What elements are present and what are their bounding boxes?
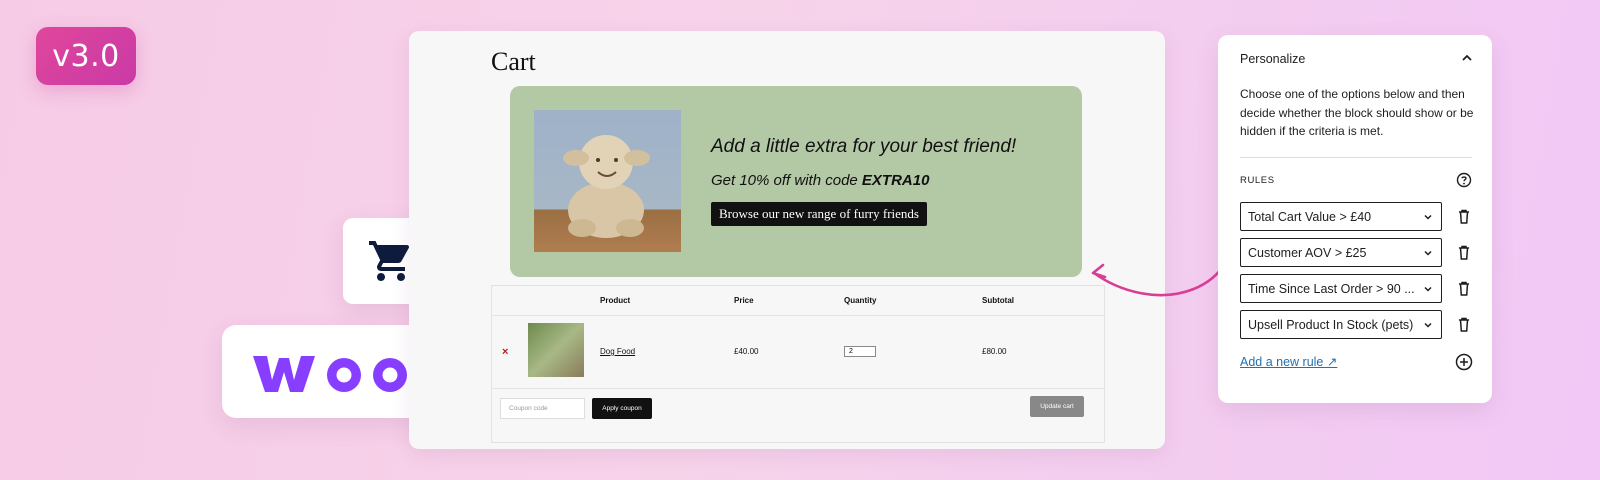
promo-code: EXTRA10 [861, 172, 930, 189]
trash-icon[interactable] [1456, 316, 1472, 333]
product-link[interactable]: Dog Food [600, 347, 635, 356]
teddy-bear-image [534, 110, 681, 252]
column-header-price: Price [734, 296, 754, 305]
coupon-code-input[interactable]: Coupon code [500, 398, 585, 419]
row-divider [492, 315, 1104, 316]
personalize-panel: Personalize Choose one of the options be… [1218, 35, 1492, 403]
quantity-input[interactable]: 2 [844, 346, 876, 357]
divider [1240, 157, 1472, 158]
trash-icon[interactable] [1456, 208, 1472, 225]
rule-select-value: Time Since Last Order > 90 ... [1248, 281, 1415, 296]
column-header-quantity: Quantity [844, 296, 877, 305]
rule-select-value: Upsell Product In Stock (pets) [1248, 317, 1414, 332]
help-icon[interactable] [1456, 172, 1472, 188]
panel-description: Choose one of the options below and then… [1240, 87, 1474, 138]
chevron-down-icon [1424, 322, 1432, 328]
panel-title: Personalize [1240, 52, 1306, 66]
shopping-cart-icon [369, 241, 410, 281]
plus-circle-icon[interactable] [1455, 353, 1473, 371]
rule-select-2[interactable]: Customer AOV > £25 [1240, 238, 1442, 267]
column-header-subtotal: Subtotal [982, 296, 1014, 305]
add-rule-link[interactable]: Add a new rule ↗ [1240, 354, 1337, 369]
product-price: £40.00 [734, 347, 759, 356]
apply-coupon-button[interactable]: Apply coupon [592, 398, 652, 419]
rule-select-1[interactable]: Total Cart Value > £40 [1240, 202, 1442, 231]
curved-arrow [1091, 261, 1227, 297]
chevron-up-icon[interactable] [1460, 51, 1474, 65]
promo-code-prefix: Get 10% off with code [711, 172, 862, 189]
store-preview: Cart Add a little extra for your best fr… [409, 31, 1165, 449]
update-cart-button[interactable]: Update cart [1030, 396, 1084, 417]
rule-select-4[interactable]: Upsell Product In Stock (pets) [1240, 310, 1442, 339]
chevron-down-icon [1424, 214, 1432, 220]
trash-icon[interactable] [1456, 280, 1472, 297]
rule-select-3[interactable]: Time Since Last Order > 90 ... [1240, 274, 1442, 303]
cart-table: Product Price Quantity Subtotal × Dog Fo… [491, 285, 1105, 443]
column-header-product: Product [600, 296, 631, 305]
promo-banner: Add a little extra for your best friend!… [510, 86, 1082, 277]
chevron-down-icon [1424, 286, 1432, 292]
rule-select-value: Total Cart Value > £40 [1248, 209, 1372, 224]
chevron-down-icon [1424, 250, 1432, 256]
rule-select-value: Customer AOV > £25 [1248, 245, 1367, 260]
browse-button[interactable]: Browse our new range of furry friends [711, 202, 927, 226]
product-subtotal: £80.00 [982, 347, 1007, 356]
row-divider [492, 388, 1104, 389]
version-badge: v3.0 [36, 27, 136, 85]
woo-logo [253, 355, 407, 392]
page-title: Cart [491, 47, 536, 76]
product-thumbnail [528, 323, 584, 377]
rules-label: RULES [1240, 175, 1275, 186]
promo-code-line: Get 10% off with code EXTRA10 [711, 172, 929, 189]
promo-headline: Add a little extra for your best friend! [711, 136, 1017, 157]
remove-item-icon[interactable]: × [502, 346, 508, 358]
trash-icon[interactable] [1456, 244, 1472, 261]
